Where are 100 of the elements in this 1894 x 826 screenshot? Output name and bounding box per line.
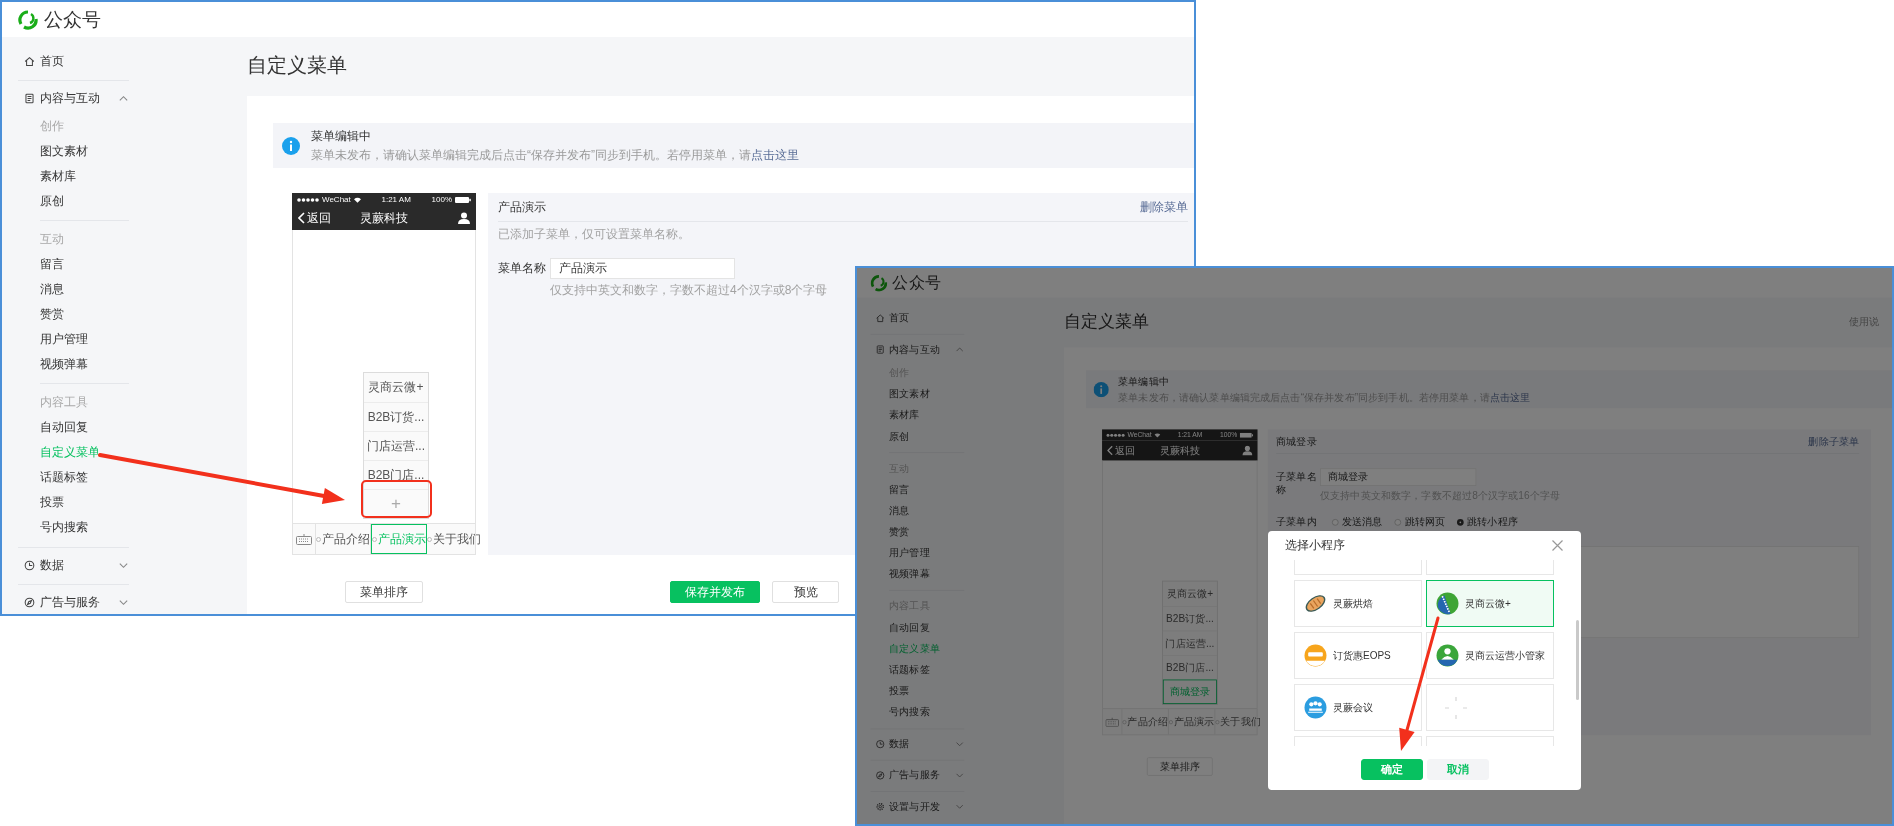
document-icon xyxy=(875,344,885,355)
chevron-down-icon[interactable] xyxy=(955,739,965,749)
name-input[interactable]: 产品演示 xyxy=(550,258,735,279)
signal-icon xyxy=(297,197,319,202)
menu-tab[interactable]: 产品演示 xyxy=(1168,709,1216,735)
nav-item[interactable]: 原创 xyxy=(40,193,64,210)
nav-item[interactable]: 消息 xyxy=(889,503,910,519)
field-label: 子菜单内 xyxy=(1276,515,1318,529)
highlight-frame xyxy=(361,480,432,518)
notice-title: 菜单编辑中 xyxy=(311,127,372,145)
submenu-item[interactable]: B2B订货... xyxy=(1162,606,1217,631)
radio-button[interactable] xyxy=(1456,518,1464,526)
nav-item[interactable]: 留言 xyxy=(889,482,910,497)
publish-button[interactable]: 保存并发布 xyxy=(670,581,760,603)
app-card[interactable]: 灵商云微+ xyxy=(1426,580,1554,627)
nav-item[interactable]: 自动回复 xyxy=(40,419,88,436)
delete-link[interactable]: 删除菜单 xyxy=(1140,198,1188,216)
back-label[interactable]: 返回 xyxy=(307,209,331,227)
nav-item[interactable]: 广告与服务 xyxy=(889,768,951,783)
menu-tab[interactable]: 关于我们 xyxy=(427,524,481,554)
add-button[interactable]: + xyxy=(364,489,428,518)
app-name: 灵蕨会议 xyxy=(1333,700,1373,715)
people-icon xyxy=(1304,696,1327,719)
nav-item[interactable]: 原创 xyxy=(889,429,910,444)
nav-item[interactable]: 话题标签 xyxy=(889,662,930,677)
nav-item[interactable]: 视频弹幕 xyxy=(889,567,930,582)
app-name: 灵商云微+ xyxy=(1465,596,1511,611)
radio-button[interactable] xyxy=(1394,518,1402,526)
radio-label[interactable]: 跳转网页 xyxy=(1404,514,1446,530)
nav-item[interactable]: 自动回复 xyxy=(889,620,930,635)
nav-item[interactable]: 素材库 xyxy=(40,168,76,185)
menu-tab[interactable]: 产品介绍 xyxy=(316,524,371,554)
nav-item[interactable]: 号内搜索 xyxy=(40,519,88,536)
battery-icon xyxy=(1239,432,1254,438)
wheat-icon xyxy=(1436,592,1459,615)
app-card[interactable]: 订货惠EOPS xyxy=(1294,632,1422,679)
submenu-item[interactable]: 灵商云微+ xyxy=(364,373,428,402)
panel-title: 商城登录 xyxy=(1276,434,1317,449)
submenu-item[interactable]: B2B订货... xyxy=(364,402,428,431)
confirm-button[interactable]: 确定 xyxy=(1360,759,1423,780)
nav-item[interactable]: 自定义菜单 xyxy=(40,444,100,461)
radio-label[interactable]: 跳转小程序 xyxy=(1467,514,1518,530)
nav-item[interactable]: 号内搜索 xyxy=(889,704,930,720)
close-icon[interactable] xyxy=(1552,540,1563,551)
chevron-down-icon[interactable] xyxy=(955,802,965,812)
nav-item[interactable]: 投票 xyxy=(889,683,910,699)
nav-item[interactable]: 留言 xyxy=(40,256,64,273)
chevron-down-icon[interactable] xyxy=(118,597,129,608)
app-card[interactable]: 灵蕨会议 xyxy=(1294,684,1422,731)
submenu-item[interactable]: 灵商云微+ xyxy=(1162,581,1217,606)
nav-item[interactable]: 内容与互动 xyxy=(40,90,113,107)
nav-item[interactable]: 图文素材 xyxy=(40,143,88,160)
nav-item[interactable]: 话题标签 xyxy=(40,469,88,486)
name-input[interactable]: 商城登录 xyxy=(1320,468,1477,486)
submenu-item[interactable]: B2B门店... xyxy=(1162,655,1217,680)
cancel-button[interactable]: 取消 xyxy=(1426,759,1489,780)
person-icon[interactable] xyxy=(458,212,470,224)
menu-tab[interactable]: 产品演示 xyxy=(371,524,427,554)
logo-icon xyxy=(18,9,38,30)
nav-item[interactable]: 消息 xyxy=(40,281,64,298)
nav-item[interactable]: 广告与服务 xyxy=(40,594,113,611)
app-card[interactable]: 灵蕨烘焙 xyxy=(1294,580,1422,627)
preview-button[interactable]: 预览 xyxy=(772,581,839,603)
radio-label[interactable]: 发送消息 xyxy=(1342,514,1383,530)
sort-button[interactable]: 菜单排序 xyxy=(345,581,423,603)
section-heading: 内容工具 xyxy=(40,394,88,411)
back-icon[interactable] xyxy=(298,212,305,224)
scrollbar[interactable] xyxy=(1576,620,1579,700)
nav-item[interactable]: 素材库 xyxy=(889,408,920,423)
nav-item[interactable]: 视频弹幕 xyxy=(40,356,88,373)
keyboard-icon[interactable] xyxy=(1105,717,1119,727)
back-label[interactable]: 返回 xyxy=(1114,443,1135,458)
home-icon xyxy=(24,56,35,67)
keyboard-icon[interactable] xyxy=(296,533,312,545)
app-name: 灵商云运营小管家 xyxy=(1465,648,1545,663)
sort-button[interactable]: 菜单排序 xyxy=(1146,757,1213,776)
logo-icon xyxy=(870,274,888,292)
delete-link[interactable]: 删除子菜单 xyxy=(1808,434,1860,449)
submenu-item[interactable]: 门店运营... xyxy=(364,431,428,460)
app-card[interactable]: 灵商云运营小管家 xyxy=(1426,632,1554,679)
info-icon xyxy=(282,136,300,155)
loading-icon xyxy=(1444,695,1468,720)
nav-item[interactable]: 数据 xyxy=(40,557,113,574)
nav-item[interactable]: 图文素材 xyxy=(889,387,930,402)
nav-item[interactable]: 数据 xyxy=(889,736,951,752)
radio-button[interactable] xyxy=(1331,518,1339,526)
nav-item[interactable]: 首页 xyxy=(40,53,129,70)
nav-item[interactable]: 投票 xyxy=(40,494,64,511)
chevron-up-icon[interactable] xyxy=(118,93,129,104)
nav-item[interactable]: 设置与开发 xyxy=(889,799,951,814)
nav-item[interactable]: 用户管理 xyxy=(40,331,88,348)
chevron-down-icon[interactable] xyxy=(118,560,129,571)
nav-item[interactable]: 用户管理 xyxy=(889,546,930,561)
nav-item[interactable]: 赞赏 xyxy=(40,306,64,323)
menu-tab[interactable]: 关于我们 xyxy=(1215,709,1261,735)
nav-item[interactable]: 赞赏 xyxy=(889,524,910,540)
link[interactable]: 点击这里 xyxy=(751,147,799,162)
menu-tab[interactable]: 产品介绍 xyxy=(1122,709,1169,735)
submenu-item[interactable]: B2B门店... xyxy=(364,460,428,489)
link[interactable]: 点击这里 xyxy=(1489,390,1531,403)
